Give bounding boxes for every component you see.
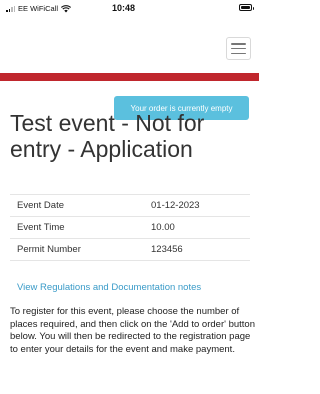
- table-row: Permit Number 123456: [10, 238, 250, 261]
- status-time: 10:48: [112, 3, 136, 13]
- detail-value: 123456: [123, 238, 250, 261]
- detail-value: 01-12-2023: [123, 194, 250, 217]
- navbar: [0, 17, 259, 73]
- regulations-link[interactable]: View Regulations and Documentation notes: [17, 282, 201, 293]
- table-row: Event Date 01-12-2023: [10, 194, 250, 217]
- page-title: Test event - Not for entry - Application: [10, 110, 205, 162]
- header-accent-bar: [0, 73, 259, 81]
- detail-label: Event Date: [10, 194, 123, 217]
- status-left: EE WiFiCall: [6, 4, 72, 13]
- wifi-icon: [61, 4, 72, 12]
- hamburger-menu-icon[interactable]: [226, 37, 251, 60]
- table-row: Event Time 10.00: [10, 216, 250, 239]
- detail-value: 10.00: [123, 216, 250, 239]
- detail-label: Permit Number: [10, 238, 123, 261]
- registration-instructions: To register for this event, please choos…: [10, 306, 255, 355]
- detail-label: Event Time: [10, 216, 123, 239]
- status-bar: EE WiFiCall 10:48: [0, 0, 259, 17]
- event-details-table: Event Date 01-12-2023 Event Time 10.00 P…: [10, 194, 250, 261]
- battery-icon: [239, 4, 254, 11]
- carrier-label: EE WiFiCall: [18, 4, 59, 13]
- signal-icon: [6, 5, 15, 12]
